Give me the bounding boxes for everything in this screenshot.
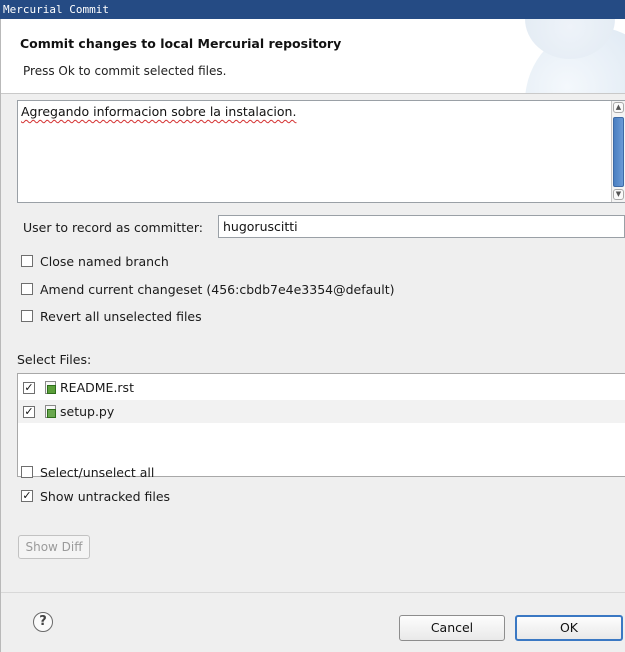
commit-message-textarea[interactable]: Agregando informacion sobre la instalaci…	[17, 100, 625, 203]
commit-message-text: Agregando informacion sobre la instalaci…	[21, 104, 297, 119]
file-row-setup[interactable]: ✓ setup.py	[18, 400, 625, 423]
python-file-added-icon	[45, 405, 56, 418]
window-title: Mercurial Commit	[3, 3, 109, 16]
window-titlebar: Mercurial Commit	[0, 0, 625, 19]
banner-title: Commit changes to local Mercurial reposi…	[20, 36, 342, 51]
show-diff-button[interactable]: Show Diff	[18, 535, 90, 559]
banner-message: Press Ok to commit selected files.	[23, 64, 227, 78]
file-name: README.rst	[60, 380, 134, 395]
footer-divider	[1, 592, 625, 593]
file-list[interactable]: ✓ README.rst ✓ setup.py	[17, 373, 625, 477]
committer-label: User to record as committer:	[23, 220, 204, 235]
checkbox-checked-icon[interactable]: ✓	[21, 490, 33, 502]
scroll-thumb[interactable]	[613, 117, 624, 187]
checkbox-checked-icon[interactable]: ✓	[23, 381, 35, 394]
commit-message-scrollbar[interactable]: ▲ ▼	[611, 101, 625, 202]
ok-button[interactable]: OK	[515, 615, 623, 641]
commit-dialog: Commit changes to local Mercurial reposi…	[0, 19, 625, 652]
scroll-down-icon[interactable]: ▼	[613, 189, 624, 200]
amend-label: Amend current changeset (456:cbdb7e4e335…	[40, 281, 395, 297]
amend-checkbox[interactable]: Amend current changeset (456:cbdb7e4e335…	[21, 280, 394, 298]
select-all-checkbox[interactable]: Select/unselect all	[21, 463, 154, 481]
scroll-up-icon[interactable]: ▲	[613, 102, 624, 113]
show-untracked-label: Show untracked files	[40, 488, 171, 504]
select-all-label: Select/unselect all	[40, 464, 155, 480]
close-branch-label: Close named branch	[40, 253, 169, 269]
select-files-label: Select Files:	[17, 352, 92, 367]
checkbox-icon[interactable]	[21, 283, 33, 295]
file-row-readme[interactable]: ✓ README.rst	[18, 376, 625, 399]
checkbox-checked-icon[interactable]: ✓	[23, 405, 35, 418]
committer-input[interactable]	[218, 215, 625, 238]
checkbox-icon[interactable]	[21, 466, 33, 478]
close-branch-checkbox[interactable]: Close named branch	[21, 252, 169, 270]
file-added-icon	[45, 381, 56, 394]
dialog-banner: Commit changes to local Mercurial reposi…	[1, 19, 625, 94]
revert-checkbox[interactable]: Revert all unselected files	[21, 307, 202, 325]
checkbox-icon[interactable]	[21, 310, 33, 322]
file-name: setup.py	[60, 404, 115, 419]
show-untracked-checkbox[interactable]: ✓ Show untracked files	[21, 487, 170, 505]
cancel-button[interactable]: Cancel	[399, 615, 505, 641]
revert-label: Revert all unselected files	[40, 308, 202, 324]
help-icon[interactable]: ?	[33, 612, 53, 632]
checkbox-icon[interactable]	[21, 255, 33, 267]
